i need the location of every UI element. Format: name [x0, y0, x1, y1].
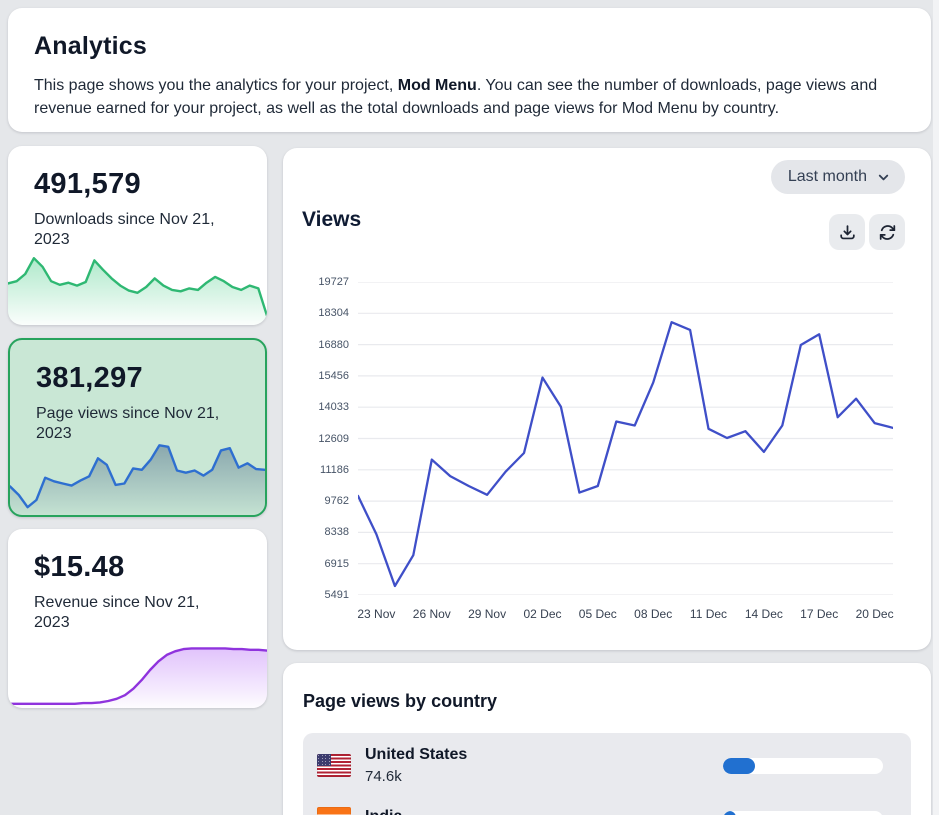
refresh-chart-button[interactable]	[869, 214, 905, 250]
x-axis-tick: 02 Dec	[523, 607, 561, 621]
country-card-title: Page views by country	[303, 691, 911, 712]
revenue-value: $15.48	[34, 551, 125, 584]
page-views-label: Page views since Nov 21, 2023	[36, 404, 241, 443]
project-name: Mod Menu	[398, 77, 477, 94]
x-axis-tick: 20 Dec	[856, 607, 894, 621]
country-views-card: Page views by country United States 74.6…	[283, 663, 931, 815]
downloads-label: Downloads since Nov 21, 2023	[34, 210, 239, 249]
y-axis-tick: 6915	[325, 558, 349, 570]
scrollbar-track[interactable]	[933, 0, 939, 815]
download-chart-button[interactable]	[829, 214, 865, 250]
x-axis-tick: 14 Dec	[745, 607, 783, 621]
country-progress-fill	[723, 811, 736, 815]
page-title: Analytics	[34, 32, 905, 61]
india-flag-icon	[317, 807, 351, 815]
x-axis-labels: 23 Nov 26 Nov 29 Nov 02 Dec 05 Dec 08 Dec 11 D…	[358, 607, 893, 623]
refresh-icon	[878, 223, 897, 242]
x-axis-tick: 26 Nov	[413, 607, 451, 621]
country-list: United States 74.6k India	[303, 733, 911, 815]
country-views: 74.6k	[365, 768, 467, 785]
date-range-label: Last month	[788, 168, 867, 186]
y-axis-tick: 18304	[318, 307, 349, 319]
downloads-value: 491,579	[34, 168, 141, 201]
y-axis-tick: 12609	[318, 433, 349, 445]
y-axis-tick: 16880	[318, 339, 349, 351]
y-axis-tick: 15456	[318, 370, 349, 382]
chart-title: Views	[302, 208, 361, 232]
y-axis-tick: 14033	[318, 401, 349, 413]
chevron-down-icon	[876, 170, 891, 185]
country-name: United States	[365, 746, 467, 764]
date-range-dropdown[interactable]: Last month	[771, 160, 905, 194]
revenue-sparkline	[8, 634, 267, 708]
country-progress-fill	[723, 758, 755, 774]
y-axis-tick: 8338	[325, 526, 349, 538]
y-axis-tick: 9762	[325, 495, 349, 507]
page-views-sparkline	[10, 441, 265, 515]
country-progress-track	[723, 811, 883, 815]
country-progress-track	[723, 758, 883, 774]
stat-card-page-views[interactable]: 381,297 Page views since Nov 21, 2023	[8, 338, 267, 517]
x-axis-tick: 08 Dec	[634, 607, 672, 621]
x-axis-tick: 23 Nov	[357, 607, 395, 621]
stat-card-downloads[interactable]: 491,579 Downloads since Nov 21, 2023	[8, 146, 267, 325]
x-axis-tick: 05 Dec	[579, 607, 617, 621]
country-row: India	[317, 792, 897, 815]
description-pre: This page shows you the analytics for yo…	[34, 77, 398, 94]
y-axis-tick: 5491	[325, 589, 349, 601]
country-row: United States 74.6k	[317, 739, 897, 792]
y-axis-labels: 5491691583389762111861260914033154561688…	[283, 282, 349, 595]
country-name: India	[365, 808, 402, 815]
x-axis-tick: 29 Nov	[468, 607, 506, 621]
x-axis-tick: 11 Dec	[690, 607, 727, 621]
y-axis-tick: 11186	[320, 464, 349, 476]
downloads-sparkline	[8, 251, 267, 325]
header-card: Analytics This page shows you the analyt…	[8, 8, 931, 132]
line-chart-plot	[358, 282, 893, 595]
y-axis-tick: 19727	[318, 276, 349, 288]
x-axis-tick: 17 Dec	[800, 607, 838, 621]
views-chart-card: Last month Views 5491 6915 8338 9762 11186 12…	[283, 148, 931, 650]
page-description: This page shows you the analytics for yo…	[34, 75, 905, 120]
page-views-value: 381,297	[36, 362, 143, 395]
download-icon	[838, 223, 857, 242]
united-states-flag-icon	[317, 754, 351, 777]
stat-card-revenue[interactable]: $15.48 Revenue since Nov 21, 2023	[8, 529, 267, 708]
revenue-label: Revenue since Nov 21, 2023	[34, 593, 239, 632]
